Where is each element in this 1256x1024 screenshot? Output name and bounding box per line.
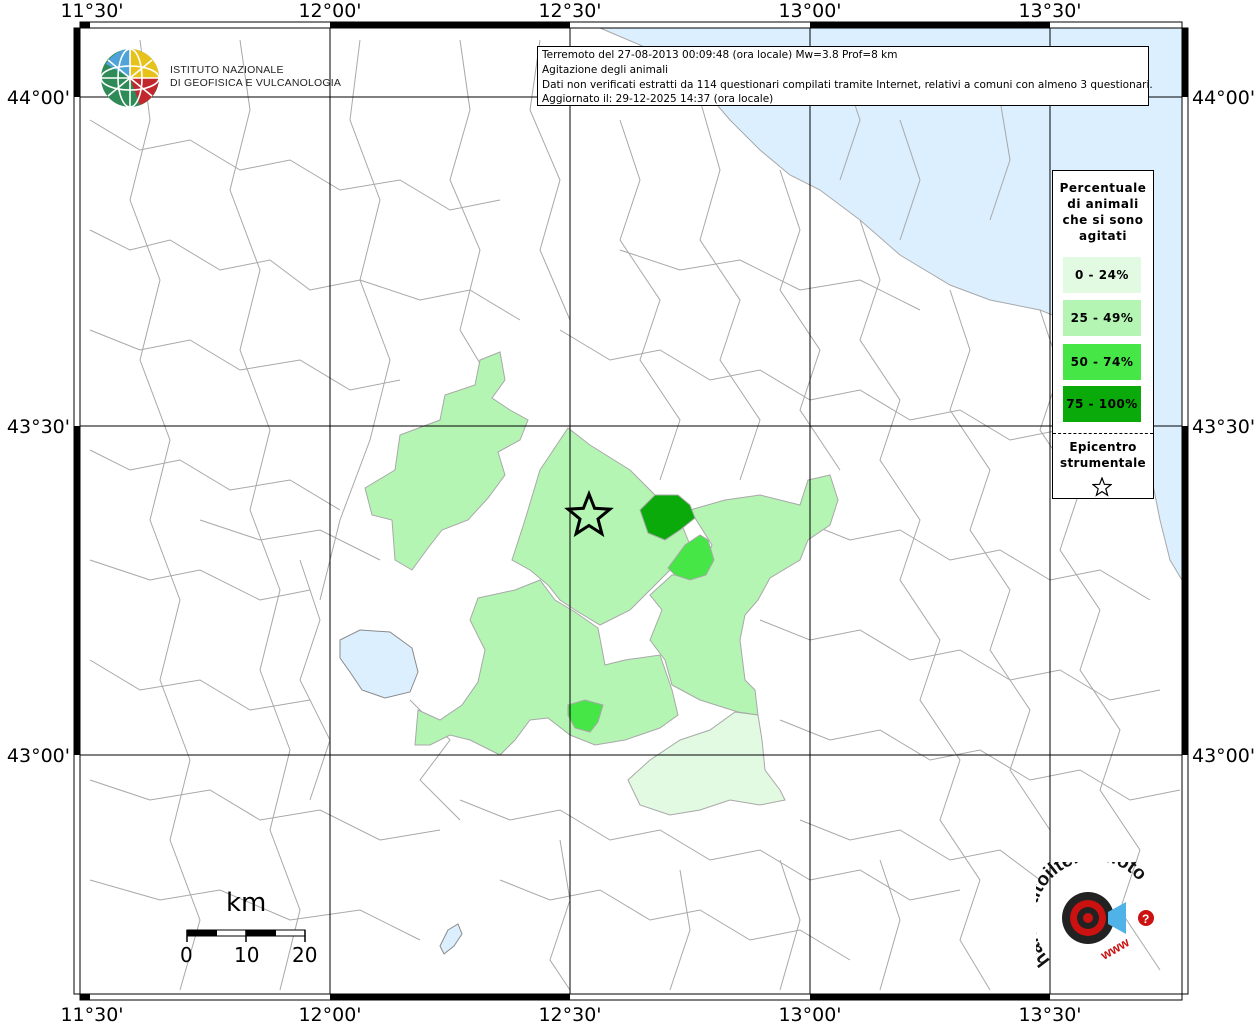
ingv-globe-logo (100, 48, 160, 108)
legend-epicenter-label: Epicentro strumentale (1053, 439, 1153, 471)
legend-title: Percentuale di animali che si sono agita… (1053, 180, 1153, 244)
legend-class-75-100: 75 - 100% (1063, 386, 1141, 422)
lon-label: 13°00' (778, 1004, 841, 1024)
legend: Percentuale di animali che si sono agita… (1052, 170, 1154, 499)
lon-label: 13°30' (1018, 1004, 1081, 1024)
lon-label: 12°30' (538, 0, 601, 22)
lon-label: 11°30' (60, 1004, 123, 1024)
data-disclaimer: Dati non verificati estratti da 114 ques… (542, 78, 1153, 91)
legend-separator (1053, 433, 1153, 434)
legend-class-25-49: 25 - 49% (1063, 300, 1141, 336)
legend-title-line: agitati (1079, 229, 1127, 243)
lon-labels-bottom: 11°30' 12°00' 12°30' 13°00' 13°30' (60, 1004, 1081, 1024)
hsi-logo: haisentitoilterremoto.it ? www (1036, 862, 1154, 971)
lat-label: 44°00' (7, 87, 70, 109)
lat-labels-left: 44°00' 43°30' 43°00' (7, 87, 70, 767)
svg-text:?: ? (1142, 912, 1149, 926)
updated-timestamp: Aggiornato il: 29-12-2025 14:37 (ora loc… (542, 93, 774, 106)
legend-epicenter-line: strumentale (1060, 456, 1146, 470)
scale-unit: km (226, 888, 267, 918)
legend-class-50-74: 50 - 74% (1063, 344, 1141, 380)
lon-label: 13°30' (1018, 0, 1081, 22)
legend-title-line: Percentuale (1059, 181, 1147, 195)
legend-title-line: che si sono (1062, 213, 1144, 227)
lon-label: 12°30' (538, 1004, 601, 1024)
scale-label: 20 (292, 943, 318, 967)
scale-label: 0 (180, 943, 193, 967)
legend-class-0-24: 0 - 24% (1063, 257, 1141, 293)
lat-label: 43°30' (7, 416, 70, 438)
scale-label: 10 (234, 943, 260, 967)
lat-label: 44°00' (1192, 87, 1255, 109)
ingv-logo-line2: DI GEOFISICA E VULCANOLOGIA (170, 77, 342, 89)
lat-label: 43°30' (1192, 416, 1255, 438)
star-icon (1092, 477, 1112, 497)
lon-labels-top: 11°30' 12°00' 12°30' 13°00' 13°30' (60, 0, 1081, 22)
event-info-box: Terremoto del 27-08-2013 00:09:48 (ora l… (537, 46, 1153, 106)
lon-label: 12°00' (298, 0, 361, 22)
scale-bar-graphic (186, 929, 306, 942)
map-subject: Agitazione degli animali (542, 63, 669, 76)
lat-labels-right: 44°00' 43°30' 43°00' (1192, 87, 1255, 767)
lon-label: 13°00' (778, 0, 841, 22)
lat-label: 43°00' (7, 745, 70, 767)
scale-bar: km 0 10 20 (180, 888, 330, 968)
lat-label: 43°00' (1192, 745, 1255, 767)
lon-label: 11°30' (60, 0, 123, 22)
legend-title-line: di animali (1067, 197, 1139, 211)
lon-label: 12°00' (298, 1004, 361, 1024)
legend-epicenter-line: Epicentro (1069, 440, 1137, 454)
ingv-logo-text: ISTITUTO NAZIONALE DI GEOFISICA E VULCAN… (170, 64, 341, 90)
event-title: Terremoto del 27-08-2013 00:09:48 (ora l… (542, 49, 898, 61)
ingv-logo-line1: ISTITUTO NAZIONALE (170, 64, 284, 76)
